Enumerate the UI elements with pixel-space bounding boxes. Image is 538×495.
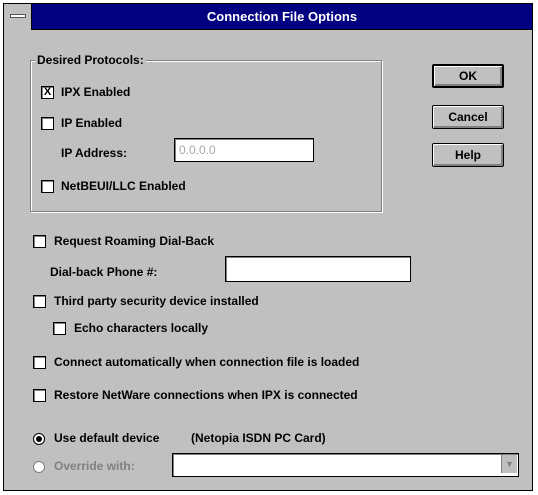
window-title: Connection File Options xyxy=(206,9,358,24)
use-default-device-label: Use default device xyxy=(54,431,160,445)
override-with-label: Override with: xyxy=(54,459,135,473)
ipx-enabled-checkbox[interactable]: X xyxy=(41,86,54,99)
echo-characters-checkbox[interactable] xyxy=(53,322,66,335)
netbeui-enabled-checkbox[interactable] xyxy=(41,180,54,193)
roaming-dialback-label: Request Roaming Dial-Back xyxy=(54,234,215,248)
roaming-dialback-checkbox[interactable] xyxy=(33,235,46,248)
dialback-phone-label: Dial-back Phone #: xyxy=(50,265,158,279)
cancel-button[interactable]: Cancel xyxy=(432,105,504,129)
connection-file-options-dialog: Connection File Options Desired Protocol… xyxy=(3,3,533,491)
protocols-group-label: Desired Protocols: xyxy=(35,53,146,67)
ip-address-label: IP Address: xyxy=(61,146,128,160)
connect-automatically-checkbox[interactable] xyxy=(33,356,46,369)
netbeui-enabled-label: NetBEUI/LLC Enabled xyxy=(61,179,186,193)
third-party-security-label: Third party security device installed xyxy=(54,294,259,308)
title-bar: Connection File Options xyxy=(4,4,532,30)
ip-enabled-checkbox[interactable] xyxy=(41,117,54,130)
ipx-enabled-label: IPX Enabled xyxy=(61,85,131,99)
connect-automatically-label: Connect automatically when connection fi… xyxy=(54,355,360,369)
help-button[interactable]: Help xyxy=(432,143,504,167)
ip-enabled-label: IP Enabled xyxy=(61,116,123,130)
use-default-device-radio[interactable] xyxy=(33,433,45,445)
dialback-phone-field[interactable] xyxy=(225,256,411,282)
ok-button[interactable]: OK xyxy=(432,64,504,88)
restore-netware-label: Restore NetWare connections when IPX is … xyxy=(54,388,358,402)
ip-address-field[interactable]: 0.0.0.0 xyxy=(174,138,314,162)
system-menu-icon[interactable] xyxy=(4,4,32,30)
override-device-dropdown[interactable]: ▼ xyxy=(172,453,519,477)
override-with-radio[interactable] xyxy=(33,461,45,473)
restore-netware-checkbox[interactable] xyxy=(33,389,46,402)
default-device-name: (Netopia ISDN PC Card) xyxy=(191,431,326,445)
echo-characters-label: Echo characters locally xyxy=(74,321,209,335)
dropdown-arrow-icon[interactable]: ▼ xyxy=(501,455,517,473)
third-party-security-checkbox[interactable] xyxy=(33,295,46,308)
